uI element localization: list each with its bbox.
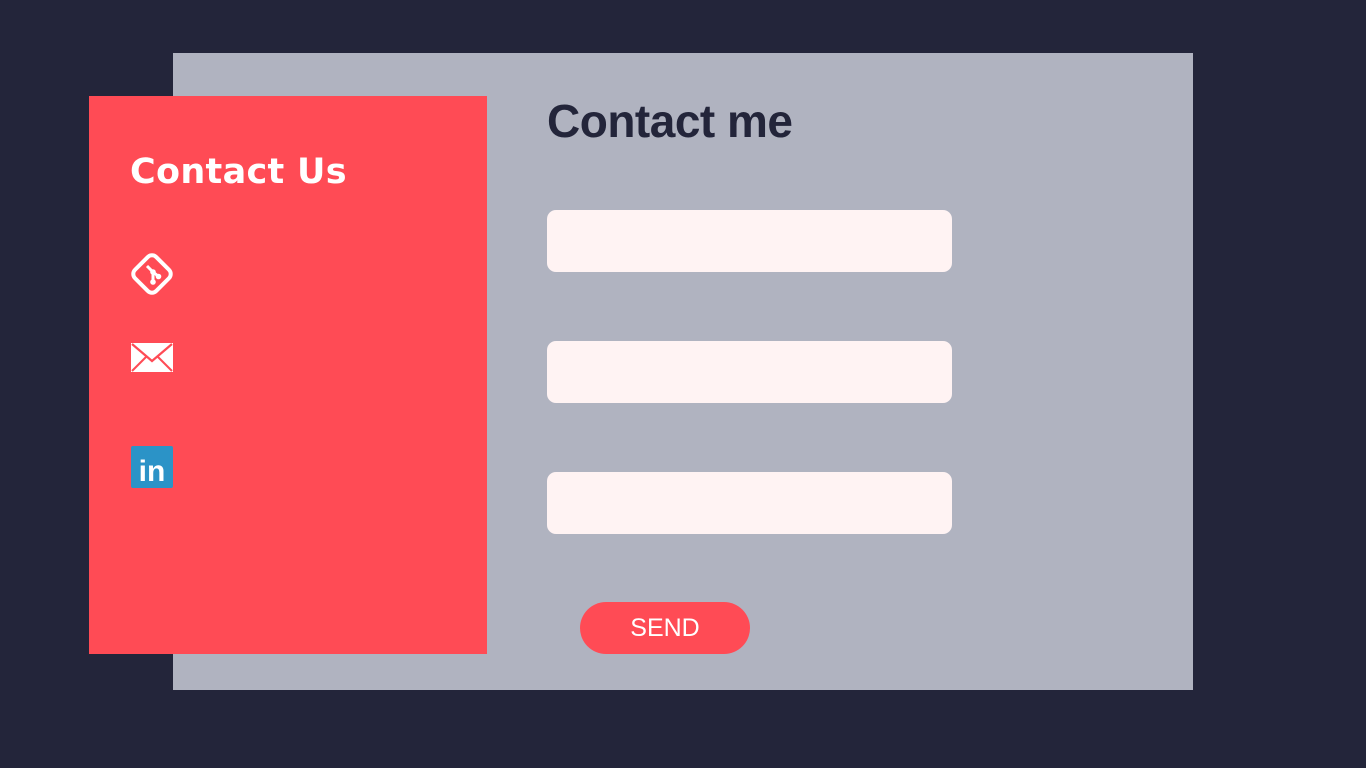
contact-card-title: Contact Us [130, 152, 347, 192]
contact-info-card: Contact Us in [89, 96, 487, 654]
linkedin-icon-text: in [139, 455, 166, 488]
linkedin-link[interactable]: in [130, 445, 174, 489]
linkedin-icon: in [131, 446, 173, 488]
send-button[interactable]: SEND [580, 602, 750, 654]
contact-field-3[interactable] [547, 472, 952, 534]
git-icon [131, 253, 173, 295]
form-title: Contact me [547, 95, 793, 147]
contact-field-1[interactable] [547, 210, 952, 272]
page: Contact me SEND Contact Us in [0, 0, 1366, 768]
contact-field-2[interactable] [547, 341, 952, 403]
mail-icon [131, 343, 173, 372]
git-link[interactable] [130, 252, 174, 296]
mail-link[interactable] [130, 336, 174, 380]
